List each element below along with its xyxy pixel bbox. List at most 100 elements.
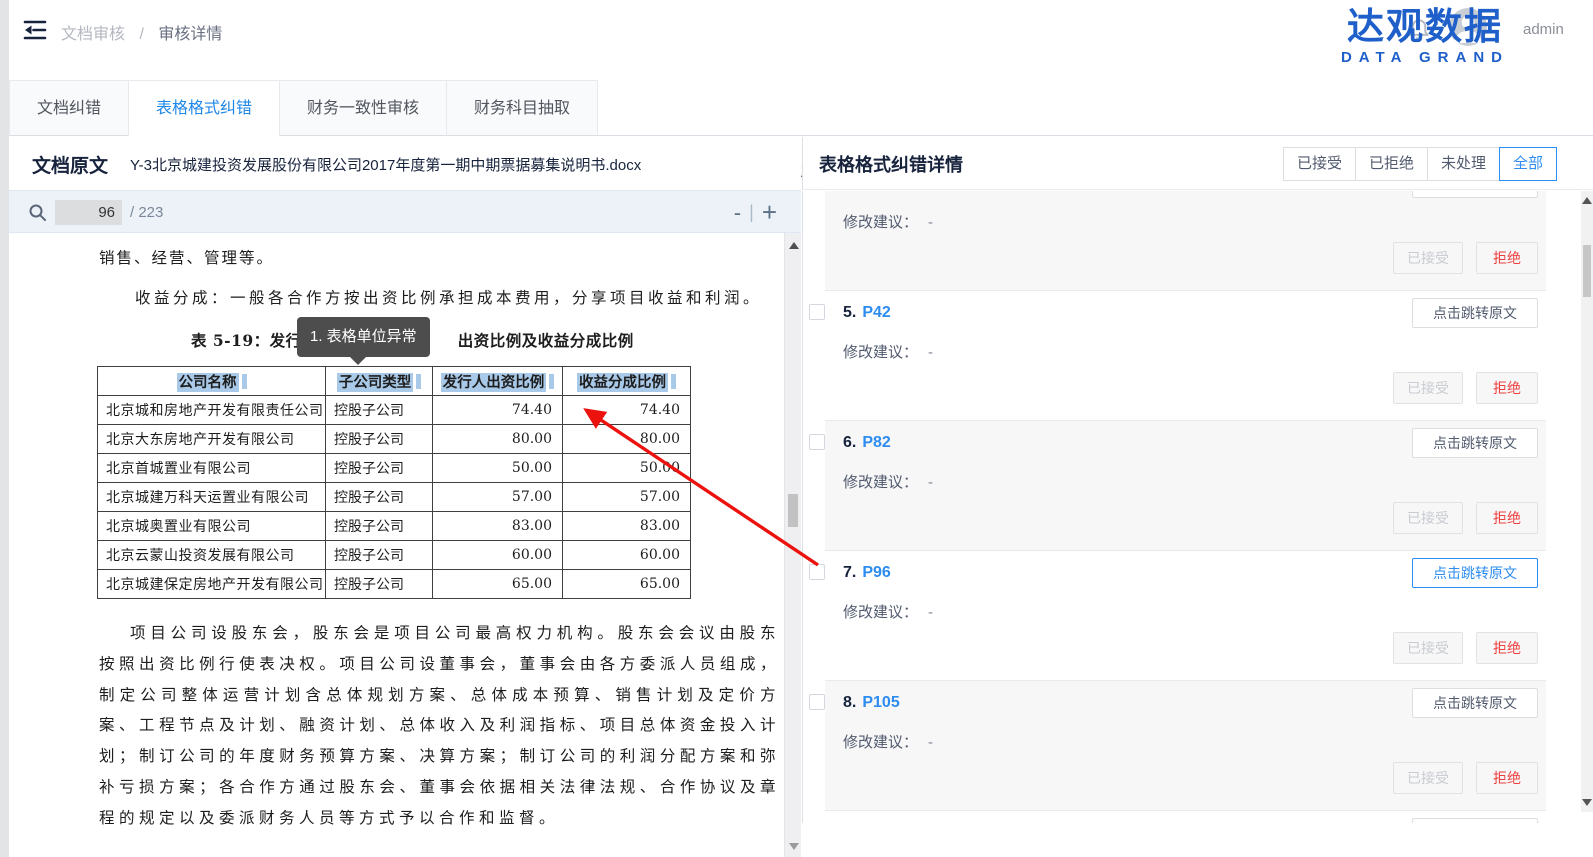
item-checkbox[interactable] xyxy=(809,304,825,320)
document-paragraph: 销售、经营、管理等。 xyxy=(99,246,274,268)
filter-已拒绝[interactable]: 已拒绝 xyxy=(1355,147,1428,181)
jump-to-source-button[interactable]: 点击跳转原文 xyxy=(1412,298,1538,328)
highlight-cursor-mark xyxy=(416,374,421,389)
doc-table-cell: 80.00 xyxy=(433,425,563,454)
item-label: 7.P96 xyxy=(843,564,891,582)
detail-list: 点击跳转原文修改建议：-已接受拒绝5.P42点击跳转原文修改建议：-已接受拒绝6… xyxy=(802,191,1581,823)
reject-button[interactable]: 拒绝 xyxy=(1476,762,1538,794)
item-label: 6.P82 xyxy=(843,434,891,452)
doc-table-cell: 80.00 xyxy=(563,425,691,454)
filter-未处理[interactable]: 未处理 xyxy=(1427,147,1500,181)
accepted-button[interactable]: 已接受 xyxy=(1393,242,1463,274)
document-scrollbar[interactable] xyxy=(784,233,801,857)
item-checkbox[interactable] xyxy=(809,564,825,580)
jump-to-source-button[interactable]: 点击跳转原文 xyxy=(1412,818,1538,823)
item-page-link[interactable]: P82 xyxy=(862,434,890,451)
highlight-cursor-mark xyxy=(671,374,676,389)
item-header-row: 7.P96 点击跳转原文 xyxy=(843,557,1538,589)
item-page-link[interactable]: P96 xyxy=(862,564,890,581)
filter-全部[interactable]: 全部 xyxy=(1499,147,1557,181)
suggestion-label: 修改建议： xyxy=(843,344,918,361)
scrollbar-thumb[interactable] xyxy=(788,494,798,527)
doc-table-cell: 北京云蒙山投资发展有限公司 xyxy=(98,541,326,570)
highlight-cursor-mark xyxy=(242,374,247,389)
scroll-up-arrow-icon[interactable] xyxy=(1582,197,1592,204)
item-header-row: 点击跳转原文 xyxy=(843,191,1538,199)
status-filters: 已接受已拒绝未处理全部 xyxy=(1284,147,1557,181)
sidebar-collapse-icon[interactable] xyxy=(22,17,48,43)
doc-table-cell: 57.00 xyxy=(433,483,563,512)
item-suggestion-row: 修改建议：- xyxy=(843,211,1538,232)
jump-to-source-button[interactable]: 点击跳转原文 xyxy=(1412,191,1538,198)
jump-to-source-button[interactable]: 点击跳转原文 xyxy=(1412,428,1538,458)
reject-button[interactable]: 拒绝 xyxy=(1476,632,1538,664)
zoom-in-button[interactable]: + xyxy=(754,197,785,228)
doc-table-cell: 83.00 xyxy=(563,512,691,541)
item-checkbox[interactable] xyxy=(809,694,825,710)
page-total-label: / 223 xyxy=(130,204,163,221)
tabs: 文档纠错表格格式纠错财务一致性审核财务科目抽取 xyxy=(10,80,598,136)
doc-table-header-cell: 发行人出资比例 xyxy=(433,367,563,396)
doc-table-cell: 83.00 xyxy=(433,512,563,541)
accepted-button[interactable]: 已接受 xyxy=(1393,502,1463,534)
scroll-down-arrow-icon[interactable] xyxy=(789,843,799,850)
correction-item-P42: 5.P42点击跳转原文修改建议：-已接受拒绝 xyxy=(825,291,1546,421)
suggestion-value: - xyxy=(928,344,933,361)
correction-item: 点击跳转原文修改建议：- 已接受拒绝 xyxy=(825,191,1546,291)
scroll-up-arrow-icon[interactable] xyxy=(789,242,799,249)
document-page: 销售、经营、管理等。 收益分成：一般各合作方按出资比例承担成本费用，分享项目收益… xyxy=(9,233,801,857)
doc-table-cell: 65.00 xyxy=(433,570,563,599)
breadcrumb-parent[interactable]: 文档审核 xyxy=(61,26,125,43)
notification-bell-icon[interactable] xyxy=(1405,14,1433,44)
item-actions-row: 已接受拒绝 xyxy=(843,242,1538,274)
tab-表格格式纠错[interactable]: 表格格式纠错 xyxy=(128,80,280,136)
doc-table-cell: 60.00 xyxy=(563,541,691,570)
detail-scrollbar[interactable] xyxy=(1581,191,1593,812)
scrollbar-thumb[interactable] xyxy=(1583,245,1591,297)
doc-table-header-cell: 收益分成比例 xyxy=(563,367,691,396)
zoom-out-button[interactable]: - xyxy=(726,200,749,226)
suggestion-value: - xyxy=(928,734,933,751)
detail-title-row: 表格格式纠错详情 已接受已拒绝未处理全部 xyxy=(802,137,1593,190)
detail-panel-title: 表格格式纠错详情 xyxy=(819,151,963,177)
item-page-link[interactable]: P105 xyxy=(862,694,899,711)
tab-文档纠错[interactable]: 文档纠错 xyxy=(9,80,129,136)
item-actions-row: 已接受拒绝 xyxy=(843,632,1538,664)
search-icon[interactable] xyxy=(27,202,49,224)
doc-table-cell: 60.00 xyxy=(433,541,563,570)
reject-button[interactable]: 拒绝 xyxy=(1476,372,1538,404)
reject-button[interactable]: 拒绝 xyxy=(1476,242,1538,274)
doc-table-cell: 控股子公司 xyxy=(326,425,433,454)
accepted-button[interactable]: 已接受 xyxy=(1393,632,1463,664)
item-suggestion-row: 修改建议：- xyxy=(843,471,1538,492)
document-paragraph: 收益分成：一般各合作方按出资比例承担成本费用，分享项目收益和利润。 xyxy=(135,286,762,308)
filter-已接受[interactable]: 已接受 xyxy=(1283,147,1356,181)
table-caption-right: 出资比例及收益分成比例 xyxy=(458,329,634,351)
user-avatar[interactable] xyxy=(1449,8,1487,46)
accepted-button[interactable]: 已接受 xyxy=(1393,762,1463,794)
item-page-link[interactable]: P42 xyxy=(862,304,890,321)
doc-table-row: 北京城奥置业有限公司控股子公司83.0083.00 xyxy=(98,512,691,541)
tab-财务一致性审核[interactable]: 财务一致性审核 xyxy=(279,80,447,136)
item-checkbox[interactable] xyxy=(809,434,825,450)
tab-财务科目抽取[interactable]: 财务科目抽取 xyxy=(446,80,598,136)
username-label[interactable]: admin xyxy=(1523,21,1564,38)
reject-button[interactable]: 拒绝 xyxy=(1476,502,1538,534)
document-title-row: 文档原文 Y-3北京城建投资发展股份有限公司2017年度第一期中期票据募集说明书… xyxy=(9,137,801,190)
suggestion-label: 修改建议： xyxy=(843,474,918,491)
breadcrumb-separator: / xyxy=(139,26,143,43)
item-index: 8. xyxy=(843,694,856,711)
doc-table-cell: 50.00 xyxy=(433,454,563,483)
jump-to-source-button[interactable]: 点击跳转原文 xyxy=(1412,558,1538,588)
correction-item: 点击跳转原文修改建议：-已接受拒绝 xyxy=(825,811,1546,823)
doc-table-cell: 74.40 xyxy=(433,396,563,425)
jump-to-source-button[interactable]: 点击跳转原文 xyxy=(1412,688,1538,718)
scroll-down-arrow-icon[interactable] xyxy=(1582,799,1592,806)
accepted-button[interactable]: 已接受 xyxy=(1393,372,1463,404)
item-suggestion-row: 修改建议：- xyxy=(843,601,1538,622)
page-number-input[interactable] xyxy=(55,200,122,225)
correction-item-P105: 8.P105点击跳转原文修改建议：-已接受拒绝 xyxy=(825,681,1546,811)
item-suggestion-row: 修改建议：- xyxy=(843,341,1538,362)
doc-table-cell: 控股子公司 xyxy=(326,454,433,483)
doc-table-cell: 北京城建保定房地产开发有限公司 xyxy=(98,570,326,599)
